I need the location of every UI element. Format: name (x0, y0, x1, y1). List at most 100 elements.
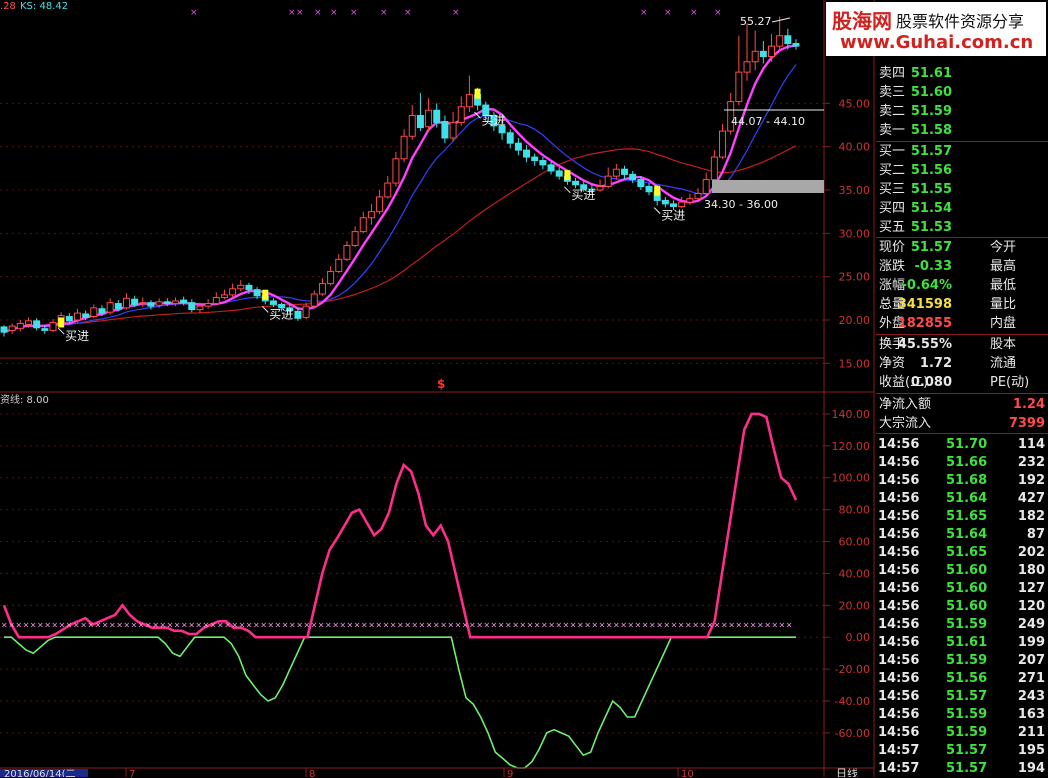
tick-row[interactable]: 14:56 51.57 243 (876, 687, 1048, 706)
candle-body[interactable] (294, 310, 302, 319)
candle-body[interactable] (441, 121, 449, 139)
candle-body[interactable] (65, 316, 73, 322)
candle-body[interactable] (547, 164, 555, 172)
candle-body[interactable] (506, 132, 514, 144)
candle-body[interactable] (702, 179, 710, 194)
candle-body[interactable] (637, 179, 645, 188)
ask-row[interactable]: 卖三 51.60 (876, 83, 1048, 102)
candle-body[interactable] (678, 201, 686, 207)
candle-body[interactable] (302, 305, 310, 318)
candle-body[interactable] (359, 217, 367, 233)
candle-body[interactable] (131, 298, 139, 305)
bid-row[interactable]: 买五 51.53 (876, 218, 1048, 237)
candle-body[interactable] (661, 199, 669, 205)
candle-body[interactable] (686, 198, 694, 203)
candle-body[interactable] (49, 322, 57, 331)
candle-body[interactable] (531, 156, 539, 162)
candle-body[interactable] (204, 303, 212, 307)
candle-body[interactable] (465, 94, 473, 108)
candle-body[interactable] (212, 296, 220, 305)
tick-row[interactable]: 14:56 51.61 199 (876, 633, 1048, 652)
candle-body[interactable] (768, 45, 776, 58)
candle-body[interactable] (351, 231, 359, 246)
tick-row[interactable]: 14:56 51.59 163 (876, 705, 1048, 724)
candle-body[interactable] (33, 320, 41, 329)
candle-body[interactable] (82, 313, 90, 318)
candle-body[interactable] (155, 301, 163, 306)
candle-body[interactable] (220, 294, 228, 298)
candle-body[interactable] (16, 322, 24, 330)
candle-body[interactable] (98, 308, 106, 314)
candle-body[interactable] (425, 109, 433, 128)
candle-body[interactable] (147, 302, 155, 307)
candle-body[interactable] (792, 43, 800, 47)
candle-body[interactable] (751, 50, 759, 63)
candle-body[interactable] (335, 258, 343, 272)
candle-body[interactable] (253, 289, 261, 297)
tick-row[interactable]: 14:56 51.59 207 (876, 651, 1048, 670)
tick-row[interactable]: 14:56 51.65 182 (876, 507, 1048, 526)
bid-row[interactable]: 买二 51.56 (876, 161, 1048, 180)
candle-body[interactable] (457, 106, 465, 123)
tick-row[interactable]: 14:56 51.56 271 (876, 669, 1048, 688)
candle-body[interactable] (670, 203, 678, 207)
candle-body[interactable] (710, 156, 718, 181)
candle-body[interactable] (784, 35, 792, 45)
candle-body[interactable] (73, 312, 81, 321)
candle-body[interactable] (237, 284, 245, 290)
candle-body[interactable] (171, 300, 179, 305)
candle-body[interactable] (24, 320, 32, 325)
bid-row[interactable]: 买一 51.57 (876, 142, 1048, 161)
candle-body[interactable] (163, 301, 171, 305)
candle-body[interactable] (645, 186, 653, 193)
candle-body[interactable] (310, 293, 318, 307)
candle-body[interactable] (196, 305, 204, 311)
candle-body[interactable] (539, 160, 547, 166)
tick-row[interactable]: 14:56 51.64 427 (876, 489, 1048, 508)
candle-body[interactable] (392, 158, 400, 184)
tick-row[interactable]: 14:56 51.68 192 (876, 471, 1048, 490)
ask-row[interactable]: 卖四 51.61 (876, 64, 1048, 83)
candle-body[interactable] (0, 326, 8, 333)
candle-body[interactable] (229, 288, 237, 296)
candle-body[interactable] (694, 192, 702, 200)
candle-body[interactable] (269, 300, 277, 305)
tick-row[interactable]: 14:57 51.57 194 (876, 759, 1048, 778)
tick-row[interactable]: 14:56 51.60 120 (876, 597, 1048, 616)
ask-row[interactable]: 卖一 51.58 (876, 121, 1048, 140)
tick-row[interactable]: 14:56 51.59 249 (876, 615, 1048, 634)
tick-row[interactable]: 14:56 51.60 127 (876, 579, 1048, 598)
bid-row[interactable]: 买四 51.54 (876, 199, 1048, 218)
candle-body[interactable] (376, 196, 384, 213)
candle-body[interactable] (735, 71, 743, 103)
candle-body[interactable] (367, 211, 375, 219)
candle-body[interactable] (408, 114, 416, 137)
tick-row[interactable]: 14:56 51.64 87 (876, 525, 1048, 544)
candle-body[interactable] (41, 328, 49, 331)
candle-body[interactable] (188, 302, 196, 311)
candle-body[interactable] (245, 284, 253, 291)
candle-body[interactable] (621, 168, 629, 175)
tick-row[interactable]: 14:56 51.66 232 (876, 453, 1048, 472)
candle-body[interactable] (596, 186, 604, 191)
candle-body[interactable] (327, 270, 335, 285)
candle-body[interactable] (122, 297, 130, 309)
candle-body[interactable] (612, 168, 620, 177)
candle-body[interactable] (416, 114, 424, 129)
candle-body[interactable] (8, 325, 16, 331)
candle-body[interactable] (384, 182, 392, 198)
candle-body[interactable] (114, 303, 122, 310)
candle-body[interactable] (572, 180, 580, 186)
bid-row[interactable]: 买三 51.55 (876, 180, 1048, 199)
candle-body[interactable] (139, 302, 147, 305)
candle-body[interactable] (180, 299, 188, 304)
ask-row[interactable]: 卖二 51.59 (876, 102, 1048, 121)
candle-body[interactable] (90, 307, 98, 318)
candle-body[interactable] (719, 130, 727, 158)
tick-row[interactable]: 14:56 51.59 211 (876, 723, 1048, 742)
candle-body[interactable] (449, 121, 457, 139)
candle-body[interactable] (759, 50, 767, 58)
candle-body[interactable] (776, 35, 784, 47)
tick-row[interactable]: 14:57 51.57 195 (876, 741, 1048, 760)
candle-body[interactable] (106, 302, 114, 313)
